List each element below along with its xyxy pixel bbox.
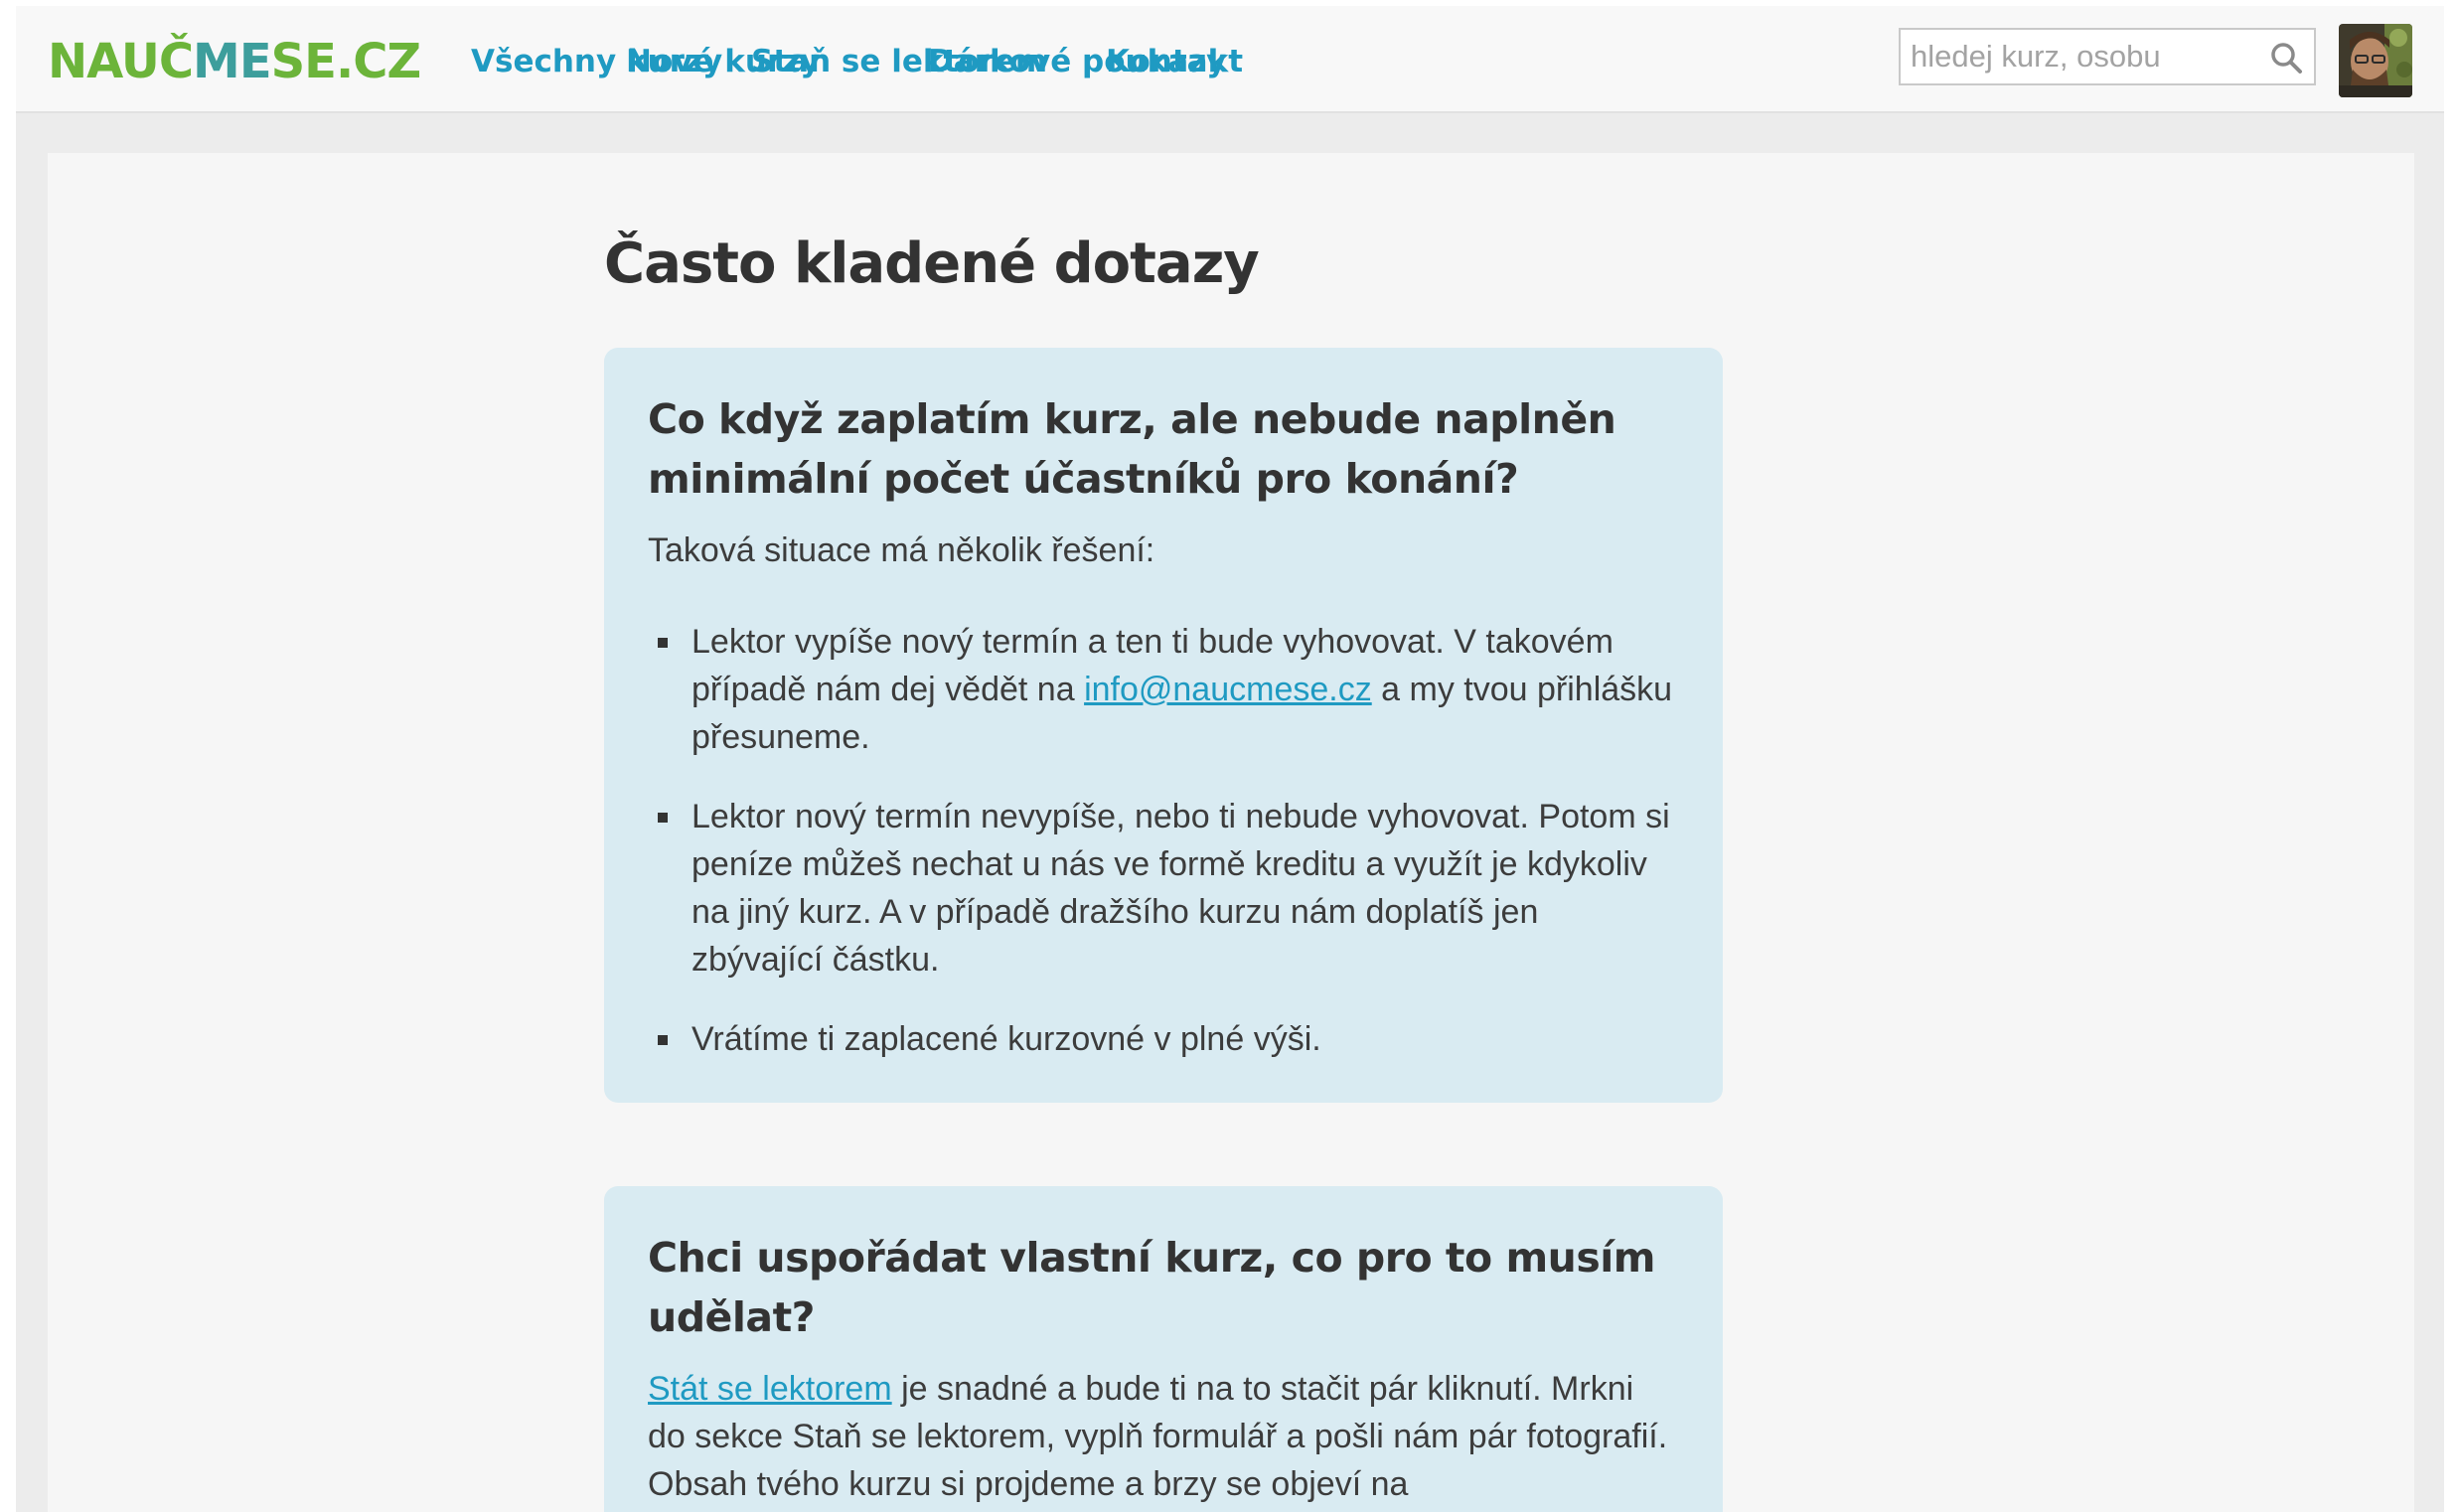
faq-card: Chci uspořádat vlastní kurz, co pro to m… — [604, 1186, 1723, 1512]
site-logo[interactable]: NAUČMESE.CZ — [48, 30, 422, 93]
page-title: Často kladené dotazy — [604, 231, 1260, 296]
logo-part-2: ME — [193, 34, 272, 89]
faq-question: Chci uspořádat vlastní kurz, co pro to m… — [648, 1234, 1656, 1341]
logo-part-1: NAUČ — [48, 34, 194, 89]
bullet-marker — [658, 638, 668, 648]
search-input[interactable] — [1901, 30, 2258, 83]
logo-part-3: SE.CZ — [270, 34, 422, 89]
content-area: Často kladené dotazy Co když zaplatím ku… — [48, 153, 2414, 1512]
list-item: Vrátíme ti zaplacené kurzovné v plné výš… — [648, 1015, 1679, 1063]
email-link[interactable]: info@naucmese.cz — [1084, 671, 1372, 708]
search-box — [1899, 28, 2316, 85]
user-avatar[interactable] — [2339, 24, 2412, 97]
bullet-marker — [658, 813, 668, 823]
become-lecturer-link[interactable]: Stát se lektorem — [648, 1370, 892, 1408]
faq-card: Co když zaplatím kurz, ale nebude naplně… — [604, 348, 1723, 1103]
faq-question: Co když zaplatím kurz, ale nebude naplně… — [648, 395, 1616, 503]
list-item: Lektor nový termín nevypíše, nebo ti neb… — [648, 793, 1679, 983]
browser-viewport: NAUČMESE.CZ Všechny kurzy Nové kurzy Sta… — [16, 6, 2444, 1512]
faq-intro: Taková situace má několik řešení: — [648, 531, 1155, 569]
faq-answer: Stát se lektorem je snadné a bude ti na … — [648, 1370, 1668, 1503]
nav-contact[interactable]: Kontakt — [1106, 36, 1243, 87]
bullet-marker — [658, 1035, 668, 1045]
list-item: Lektor vypíše nový termín a ten ti bude … — [648, 618, 1679, 761]
site-header: NAUČMESE.CZ Všechny kurzy Nové kurzy Sta… — [16, 6, 2444, 113]
faq-solutions-list: Lektor vypíše nový termín a ten ti bude … — [648, 618, 1679, 1063]
search-icon[interactable] — [2268, 40, 2304, 76]
